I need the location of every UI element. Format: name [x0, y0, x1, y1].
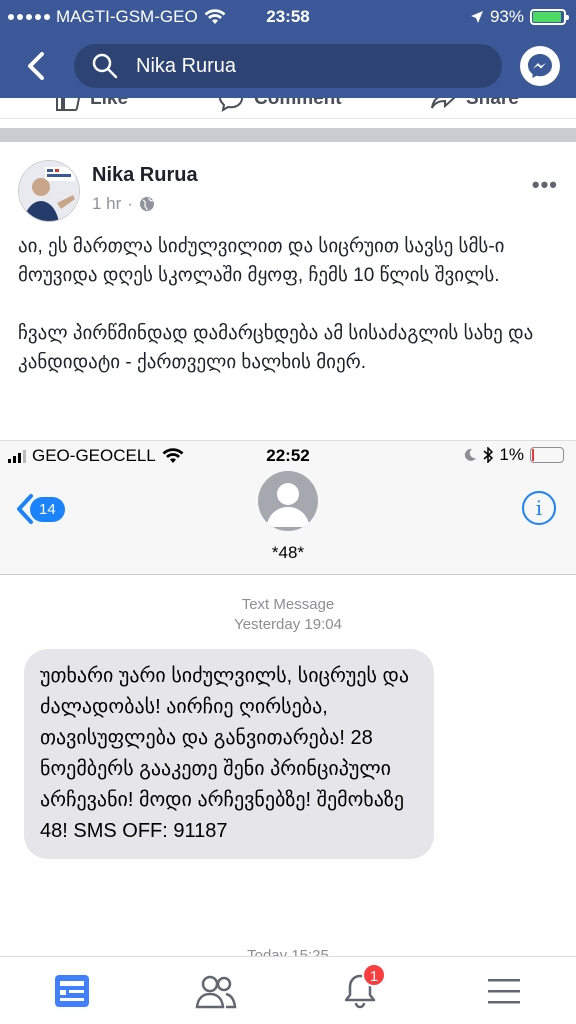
sms-bubble: უთხარი უარი სიძულვილს, სიცრუეს და ძალადო…: [24, 649, 434, 859]
feed-gap: [0, 128, 576, 142]
author-avatar[interactable]: [18, 160, 80, 222]
like-label: Like: [90, 98, 129, 109]
post-text: აი, ეს მართლა სიძულვილით და სიცრუით სავს…: [18, 232, 558, 406]
contact-avatar[interactable]: [258, 471, 318, 531]
menu-icon: [488, 979, 520, 1004]
post-time: 1 hr: [92, 194, 122, 213]
post-image[interactable]: GEO-GEOCELL 22:52 1% 14 *48* i Text Mess…: [0, 440, 576, 956]
unread-count-badge: 14: [30, 496, 65, 522]
message-header: 14 *48* i: [0, 471, 576, 575]
back-arrow-icon[interactable]: [20, 48, 54, 84]
comment-button[interactable]: Comment: [218, 98, 342, 112]
message-date: Yesterday 19:04: [234, 616, 342, 633]
share-label: Share: [466, 98, 519, 109]
feed-post: Nika Rurua 1 hr · ••• აი, ეს მართლა სიძუ…: [0, 142, 576, 956]
tab-bar: 1: [0, 956, 576, 1024]
image-status-bar: GEO-GEOCELL 22:52 1%: [0, 441, 576, 471]
location-icon: [470, 11, 483, 23]
share-button[interactable]: Share: [430, 98, 519, 112]
messenger-icon: [528, 54, 552, 78]
tab-news-feed[interactable]: [50, 969, 94, 1013]
person-icon: [266, 483, 310, 527]
message-type: Text Message: [241, 596, 335, 613]
comment-label: Comment: [254, 98, 342, 109]
image-battery-percent: 1%: [499, 445, 524, 464]
tab-friends[interactable]: [194, 969, 238, 1013]
search-bar[interactable]: Nika Rurua: [74, 44, 502, 88]
battery-icon: [530, 447, 564, 463]
contact-name: *48*: [271, 543, 305, 562]
notification-badge: 1: [362, 963, 386, 987]
divider: [0, 118, 576, 128]
more-options-icon[interactable]: •••: [532, 172, 558, 198]
bluetooth-icon: [483, 447, 494, 463]
meta-dot: ·: [127, 194, 133, 213]
status-bar: MAGTI-GSM-GEO 23:58 93%: [0, 0, 576, 34]
like-button[interactable]: Like: [54, 98, 128, 112]
message-timestamp: Text Message Yesterday 19:04: [0, 595, 576, 635]
post-paragraph: ჩვალ პირწმინდად დამარცხდება ამ სისაძაგლი…: [18, 323, 534, 373]
tab-notifications[interactable]: 1: [338, 963, 386, 1013]
moon-icon: [465, 448, 477, 461]
battery-icon: [530, 9, 569, 25]
search-query: Nika Rurua: [136, 54, 237, 77]
globe-icon: [139, 197, 154, 211]
avatar-image: [19, 161, 79, 221]
news-feed-icon: [55, 975, 89, 1007]
info-icon[interactable]: i: [522, 491, 556, 525]
previous-post-actions: Like Comment Share: [0, 98, 576, 118]
share-icon: [431, 98, 456, 109]
comment-icon: [218, 98, 244, 112]
next-timestamp: Today 15:25: [247, 947, 329, 956]
friends-icon: [195, 975, 237, 1009]
nav-bar: Nika Rurua: [0, 34, 576, 98]
author-name[interactable]: Nika Rurua: [92, 164, 198, 187]
messenger-button[interactable]: [520, 46, 560, 86]
thumbs-up-icon: [56, 98, 80, 111]
post-paragraph: აი, ეს მართლა სიძულვილით და სიცრუით სავს…: [18, 236, 505, 286]
tab-menu[interactable]: [482, 969, 526, 1013]
search-icon: [92, 53, 118, 79]
messages-back-button[interactable]: 14: [16, 493, 65, 525]
post-meta: 1 hr ·: [92, 194, 155, 214]
battery-percent: 93%: [489, 7, 524, 26]
